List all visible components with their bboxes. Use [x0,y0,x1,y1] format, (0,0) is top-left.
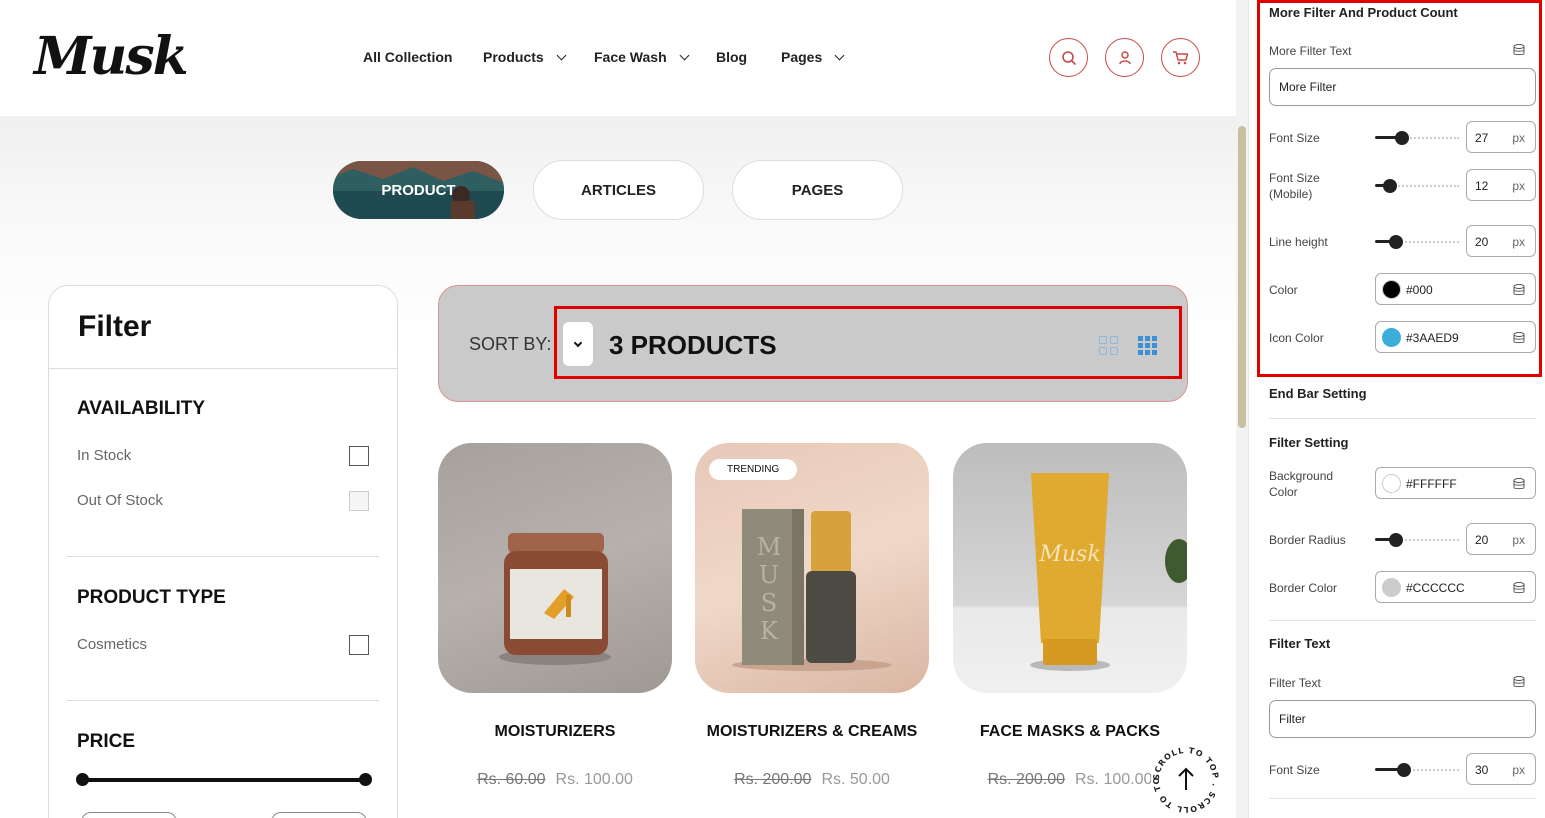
in-stock-checkbox[interactable] [349,446,369,466]
svg-text:U: U [759,561,779,589]
filter-font-size-input[interactable]: 30 px [1466,753,1536,785]
price-max-handle[interactable] [359,773,372,786]
cart-button[interactable] [1161,38,1200,77]
section-title-filter-text[interactable]: Filter Text [1269,636,1330,651]
settings-panel: More Filter And Product Count More Filte… [1248,0,1545,818]
border-radius-input[interactable]: 20 px [1466,523,1536,555]
svg-text:K: K [760,617,779,645]
database-icon[interactable] [1513,478,1525,490]
product-title[interactable]: MOISTURIZERS [438,723,672,741]
product-price: Rs. 200.00 Rs. 50.00 [734,771,890,788]
price-min-input[interactable] [81,812,177,818]
filter-title: Filter [78,310,152,343]
price-max-input[interactable] [271,812,367,818]
nav-products[interactable]: Products [483,49,567,65]
store-preview: Musk All Collection Products Face Wash B… [0,0,1236,818]
price-min-handle[interactable] [76,773,89,786]
border-color-picker[interactable]: #CCCCCC [1375,571,1536,603]
user-icon [1118,50,1131,64]
out-of-stock-checkbox[interactable] [349,491,369,511]
filter-option-out-of-stock: Out Of Stock [77,492,163,509]
tab-pages[interactable]: PAGES [732,160,903,220]
section-title-end-bar[interactable]: End Bar Setting [1269,386,1367,401]
background-color-picker[interactable]: #FFFFFF [1375,467,1536,499]
nav-face-wash[interactable]: Face Wash [594,49,690,65]
jar-image [499,533,611,665]
trending-badge: TRENDING [709,459,798,480]
scroll-to-top-badge: SCROLL TO TOP . SCROLL TO TOP . [1147,737,1221,815]
chevron-down-icon [556,50,567,60]
scroll-to-top-button[interactable]: SCROLL TO TOP . SCROLL TO TOP . [1147,737,1222,816]
background-color-label: Background Color [1269,469,1334,499]
filter-heading-availability: AVAILABILITY [77,398,206,419]
color-swatch [1382,474,1401,493]
scrollbar-thumb[interactable] [1238,126,1246,428]
database-icon[interactable] [1513,582,1525,594]
filter-panel: Filter AVAILABILITY In Stock Out Of Stoc… [48,285,398,818]
product-price: Rs. 60.00 Rs. 100.00 [477,771,633,788]
svg-text:M: M [757,533,782,561]
product-image[interactable]: M U S K TRENDING [695,443,929,693]
filter-font-size-label: Font Size [1269,763,1320,777]
search-icon [1061,50,1076,65]
filter-heading-product-type: PRODUCT TYPE [77,587,226,608]
chevron-down-icon [679,50,690,60]
account-button[interactable] [1105,38,1144,77]
product-image[interactable] [438,443,672,693]
nav-pages[interactable]: Pages [781,49,845,65]
cosmetics-checkbox[interactable] [349,635,369,655]
filter-option-in-stock: In Stock [77,447,132,464]
color-swatch [1382,578,1401,597]
tab-articles[interactable]: ARTICLES [533,160,704,220]
serum-box-image: M U S K [732,509,892,671]
cart-icon [1173,50,1189,64]
search-button[interactable] [1049,38,1088,77]
svg-text:S: S [761,589,777,617]
site-logo[interactable]: Musk [34,26,189,87]
border-radius-label: Border Radius [1269,533,1346,547]
border-radius-slider[interactable] [1375,533,1459,547]
product-title[interactable]: FACE MASKS & PACKS [953,723,1187,741]
preview-scrollbar[interactable] [1236,0,1248,818]
filter-text-input[interactable]: Filter [1269,700,1536,738]
nav-all-collection[interactable]: All Collection [363,49,452,65]
sort-label: SORT BY: [469,334,552,354]
svg-text:Musk: Musk [1038,542,1100,567]
product-title[interactable]: MOISTURIZERS & CREAMS [695,723,929,741]
highlight-box [554,306,1182,379]
database-icon[interactable] [1513,676,1525,688]
filter-font-size-slider[interactable] [1375,763,1459,777]
filter-text-label: Filter Text [1269,676,1321,690]
chevron-down-icon [834,50,845,60]
price-range-slider[interactable] [76,773,372,786]
filter-option-cosmetics: Cosmetics [77,636,148,653]
tube-image: Musk [1030,473,1187,671]
settings-highlight-box [1257,0,1542,377]
site-header: Musk All Collection Products Face Wash B… [0,0,1236,116]
filter-heading-price: PRICE [77,731,136,752]
section-title-filter-setting[interactable]: Filter Setting [1269,435,1348,450]
tab-product[interactable]: PRODUCT [333,161,504,219]
product-image[interactable]: Musk [953,443,1187,693]
app-root: Musk All Collection Products Face Wash B… [0,0,1545,818]
border-color-label: Border Color [1269,581,1338,595]
nav-blog[interactable]: Blog [716,49,747,65]
